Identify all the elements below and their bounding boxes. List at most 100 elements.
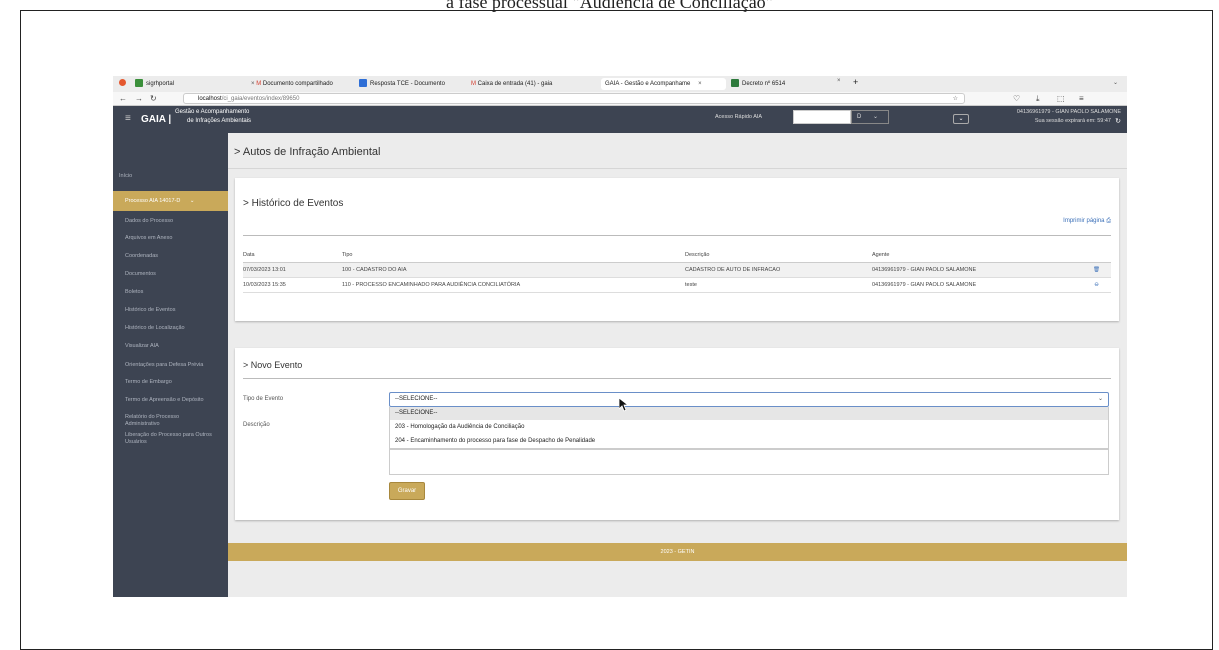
- tab-sigrhportal[interactable]: sigrhportal: [135, 78, 235, 90]
- quick-access-label: Acesso Rápido AIA: [715, 114, 763, 120]
- footer: 2023 - GETIN: [228, 543, 1127, 561]
- reload-icon[interactable]: ↻: [150, 94, 157, 103]
- sidebar-item-apreensao[interactable]: Termo de Apreensão e Depósito: [113, 397, 208, 404]
- cell-data: 07/03/2023 13:01: [243, 266, 286, 273]
- sidebar-item-liberacao[interactable]: Liberação do Processo para Outros Usuári…: [113, 432, 225, 446]
- descricao-textarea[interactable]: [389, 449, 1109, 475]
- url-toolbar: ← → ↻ localhost/ci_gaia/eventos/index/89…: [113, 92, 1127, 106]
- sidebar-item-relatorio[interactable]: Relatório do Processo Administrativo: [113, 414, 208, 428]
- tipo-evento-dropdown: --SELECIONE-- 203 - Homologação da Audiê…: [389, 407, 1109, 449]
- hamburger-icon[interactable]: ≡: [125, 113, 131, 124]
- forward-icon[interactable]: →: [135, 94, 143, 103]
- tab-label: Documento compartilhado: [262, 81, 333, 87]
- sidebar-item-dados[interactable]: Dados do Processo: [113, 218, 228, 225]
- historico-divider: [243, 235, 1111, 236]
- tipo-evento-select[interactable]: --SELECIONE-- ⌄: [389, 392, 1109, 407]
- print-page-link[interactable]: Imprimir página ⎙: [1063, 218, 1111, 225]
- tab-documento[interactable]: × M Documento compartilhado: [245, 78, 355, 90]
- download-icon[interactable]: ⤓: [1036, 94, 1040, 103]
- app-header: ≡ GAIA | Gestão e Acompanhamento de Infr…: [113, 106, 1127, 133]
- tab-favicon: [731, 79, 739, 88]
- app-subtitle-2: de Infrações Ambientais: [187, 118, 252, 124]
- docs-icon: [359, 79, 367, 88]
- menu-icon[interactable]: ≡: [1079, 94, 1084, 103]
- quick-access-select-value: D: [857, 114, 862, 120]
- col-data: Data: [243, 251, 255, 258]
- sidebar-item-visualizar[interactable]: Visualizar AIA: [113, 343, 228, 350]
- quick-access-input[interactable]: [793, 110, 851, 124]
- sidebar-item-inicio[interactable]: Início: [113, 173, 228, 180]
- tab-label: sigrhportal: [146, 81, 175, 87]
- gravar-button[interactable]: Gravar: [389, 482, 425, 500]
- tab-resposta-tce[interactable]: Resposta TCE - Documento: [359, 78, 467, 90]
- tab-label: Decreto nº 6514: [742, 81, 786, 87]
- option-203[interactable]: 203 - Homologação da Audiência de Concil…: [390, 421, 1108, 434]
- extensions-icon[interactable]: ⬚: [1057, 94, 1065, 103]
- star-icon[interactable]: ☆: [953, 94, 958, 104]
- sidebar-item-historico-eventos[interactable]: Histórico de Eventos: [113, 307, 228, 314]
- trash-icon[interactable]: ⊖: [1082, 277, 1111, 292]
- cell-tipo: 100 - CADASTRO DO AIA: [342, 266, 407, 273]
- trash-icon[interactable]: 🗑: [1082, 262, 1111, 277]
- col-agente: Agente: [872, 251, 890, 258]
- tab-label: Caixa de entrada (41) - gaia: [477, 81, 553, 87]
- tab-gaia[interactable]: GAIA - Gestão e Acompanhame ×: [601, 78, 726, 90]
- table-row: 07/03/2023 13:01 100 - CADASTRO DO AIA C…: [243, 262, 1111, 277]
- sidebar-item-embargo[interactable]: Termo de Embargo: [113, 379, 228, 386]
- chevron-down-icon[interactable]: ⌄: [1113, 79, 1118, 86]
- tab-favicon: [135, 79, 143, 88]
- option-204[interactable]: 204 - Encaminhamento do processo para fa…: [390, 435, 1108, 448]
- historico-card: > Histórico de Eventos Imprimir página ⎙…: [235, 178, 1119, 321]
- user-menu-button[interactable]: ⌄: [953, 114, 969, 124]
- quick-access-select[interactable]: D ⌄: [851, 110, 889, 124]
- sidebar-item-boletos[interactable]: Boletos: [113, 289, 228, 296]
- pocket-icon[interactable]: ♡: [1013, 94, 1020, 103]
- refresh-icon[interactable]: ↻: [1115, 117, 1121, 125]
- address-bar[interactable]: localhost/ci_gaia/eventos/index/89650 ☆: [183, 93, 965, 104]
- cell-data: 10/03/2023 15:35: [243, 281, 286, 288]
- chevron-down-icon: ⌄: [189, 198, 195, 204]
- new-tab-button[interactable]: +: [853, 77, 858, 87]
- cell-tipo: 110 - PROCESSO ENCAMINHADO PARA AUDIÊNCI…: [342, 281, 521, 288]
- select-value: --SELECIONE--: [395, 396, 438, 402]
- historico-table: Data Tipo Descrição Agente 07/03/2023 13…: [243, 248, 1111, 293]
- url-host: localhost: [198, 96, 222, 102]
- close-icon[interactable]: ×: [698, 81, 702, 87]
- sidebar-item-coordenadas[interactable]: Coordenadas: [113, 253, 228, 260]
- historico-title: > Histórico de Eventos: [243, 198, 344, 209]
- sidebar-item-documentos[interactable]: Documentos: [113, 271, 228, 278]
- sidebar-item-arquivos[interactable]: Arquivos em Anexo: [113, 235, 228, 242]
- cell-descricao: CADASTRO DE AUTO DE INFRACAO: [685, 266, 781, 273]
- gmail-icon: M: [471, 81, 476, 87]
- cell-descricao: teste: [685, 281, 697, 288]
- col-actions: [1082, 248, 1111, 262]
- tab-caixa-entrada[interactable]: M Caixa de entrada (41) - gaia: [471, 78, 595, 90]
- brand[interactable]: GAIA |: [141, 114, 171, 125]
- back-icon[interactable]: ←: [119, 94, 127, 103]
- browser-screenshot: sigrhportal × M Documento compartilhado …: [113, 76, 1127, 597]
- url-path: /ci_gaia/eventos/index/89650: [221, 96, 300, 102]
- close-icon[interactable]: ×: [251, 81, 255, 87]
- cell-agente: 04136961979 - GIAN PAOLO SALAMONE: [872, 281, 977, 288]
- chevron-down-icon: ⌄: [873, 114, 879, 120]
- tab-label: GAIA - Gestão e Acompanhame: [605, 81, 691, 87]
- sidebar-item-orientacoes[interactable]: Orientações para Defesa Prévia: [113, 362, 218, 369]
- session-timer: Sua sessão expirará em: 59:47: [1034, 118, 1111, 124]
- col-tipo: Tipo: [342, 251, 353, 258]
- sidebar-item-historico-localizacao[interactable]: Histórico de Localização: [113, 325, 228, 332]
- col-descricao: Descrição: [685, 251, 710, 258]
- title-divider: [228, 168, 1127, 169]
- descricao-label: Descrição: [243, 422, 270, 428]
- tab-decreto[interactable]: Decreto nº 6514: [731, 78, 843, 90]
- tab-label: Resposta TCE - Documento: [370, 81, 445, 87]
- novo-evento-divider: [243, 378, 1111, 379]
- table-row: 10/03/2023 15:35 110 - PROCESSO ENCAMINH…: [243, 277, 1111, 292]
- tipo-evento-label: Tipo de Evento: [243, 396, 284, 402]
- app-subtitle-1: Gestão e Acompanhamento: [175, 109, 250, 115]
- tab-bar: sigrhportal × M Documento compartilhado …: [113, 76, 1127, 92]
- close-icon[interactable]: ×: [837, 78, 841, 84]
- chevron-down-icon: ⌄: [1097, 396, 1103, 402]
- sidebar-item-processo[interactable]: Processo AIA 14017-D ⌄: [113, 191, 228, 211]
- option-selecione[interactable]: --SELECIONE--: [390, 407, 1108, 420]
- cell-agente: 04136961979 - GIAN PAOLO SALAMONE: [872, 266, 977, 273]
